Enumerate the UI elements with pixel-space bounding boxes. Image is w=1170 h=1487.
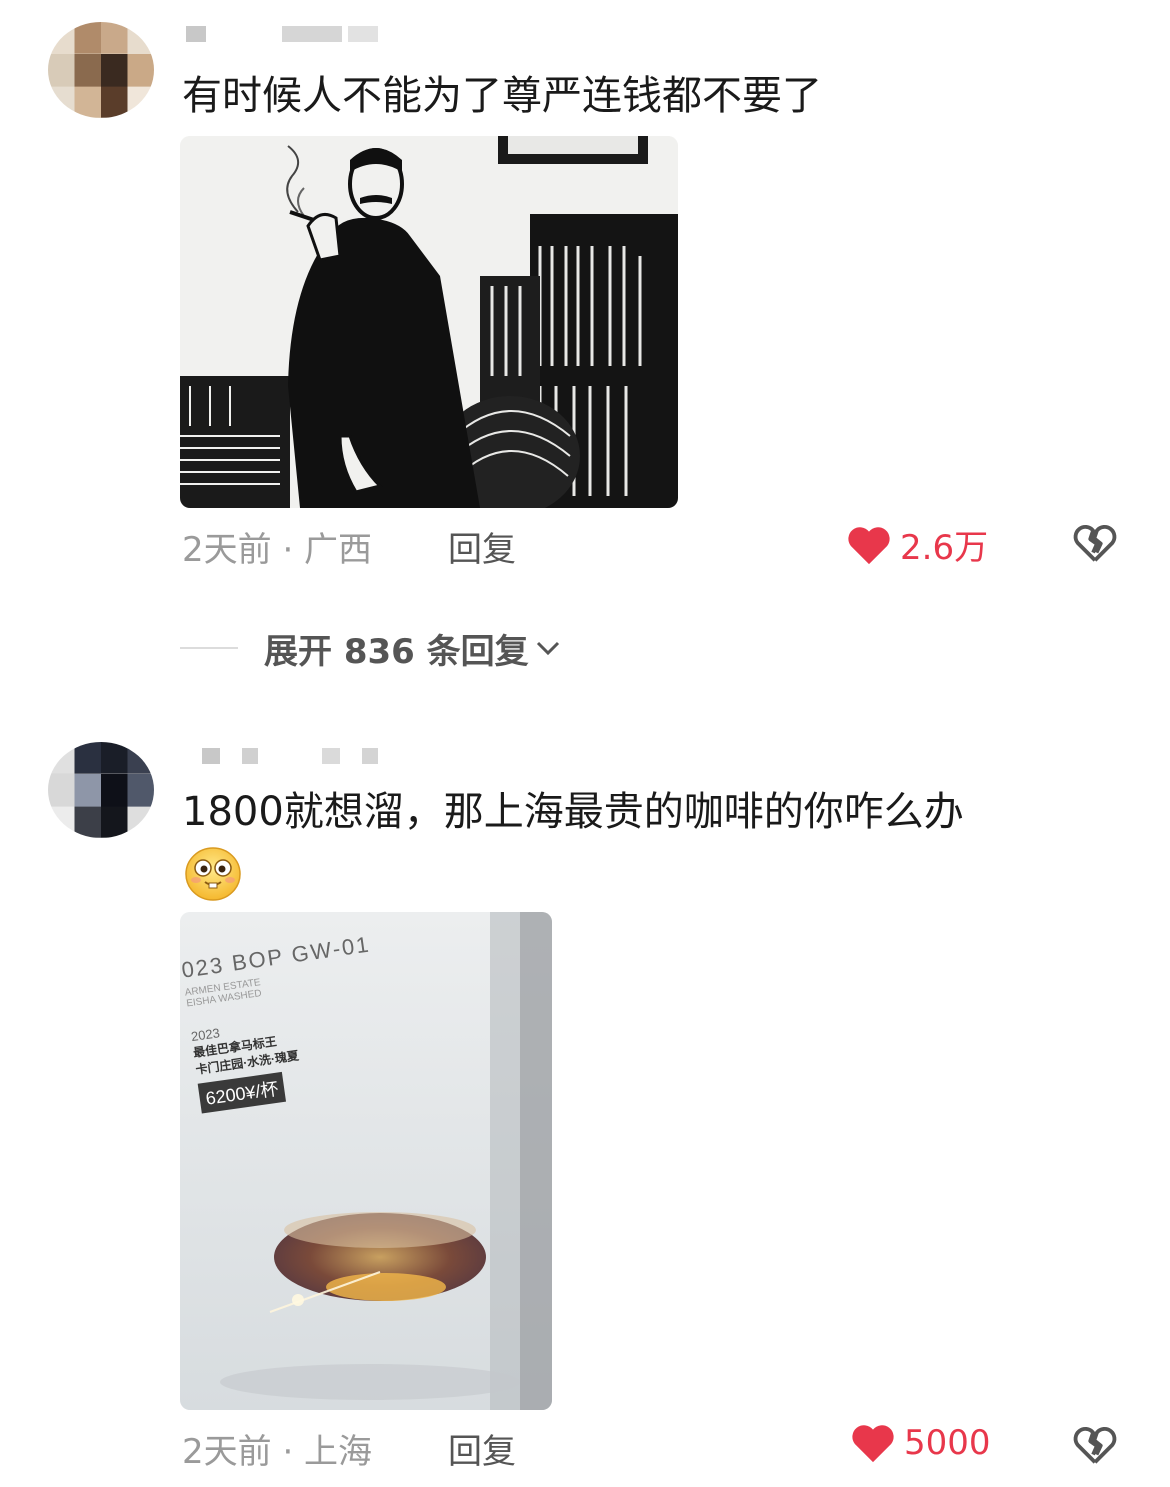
comment-image[interactable]: 023 BOP GW-01 ARMEN ESTATE EISHA WASHED …: [180, 912, 552, 1410]
broken-heart-icon[interactable]: [1072, 1422, 1118, 1468]
reply-button[interactable]: 回复: [448, 522, 516, 571]
comment-text: 1800就想溜，那上海最贵的咖啡的你咋么办: [182, 789, 964, 835]
like-button[interactable]: 2.6万: [846, 520, 988, 569]
divider: [180, 647, 238, 649]
heart-icon: [852, 1425, 894, 1463]
username-blurred[interactable]: [182, 18, 402, 48]
avatar[interactable]: [48, 22, 154, 118]
username-blurred[interactable]: [182, 740, 402, 770]
comment-time-location: 2天前 · 广西: [182, 530, 373, 570]
broken-heart-icon[interactable]: [1072, 520, 1118, 566]
comment-text: 有时候人不能为了尊严连钱都不要了: [182, 73, 822, 119]
like-count: 5000: [904, 1423, 991, 1463]
expand-replies-label: 展开 836 条回复: [264, 631, 529, 672]
like-button[interactable]: 5000: [850, 1422, 991, 1464]
chevron-down-icon: [536, 641, 559, 656]
expand-replies-button[interactable]: 展开 836 条回复: [180, 618, 561, 678]
smiling-face-emoji-icon: [185, 847, 241, 901]
reply-button[interactable]: 回复: [448, 1424, 516, 1473]
avatar[interactable]: [48, 742, 154, 838]
woodcut-portrait-icon: [180, 136, 678, 508]
like-count: 2.6万: [900, 528, 989, 568]
heart-icon: [848, 526, 890, 564]
comment-image[interactable]: [180, 136, 678, 508]
comment-time-location: 2天前 · 上海: [182, 1432, 373, 1472]
